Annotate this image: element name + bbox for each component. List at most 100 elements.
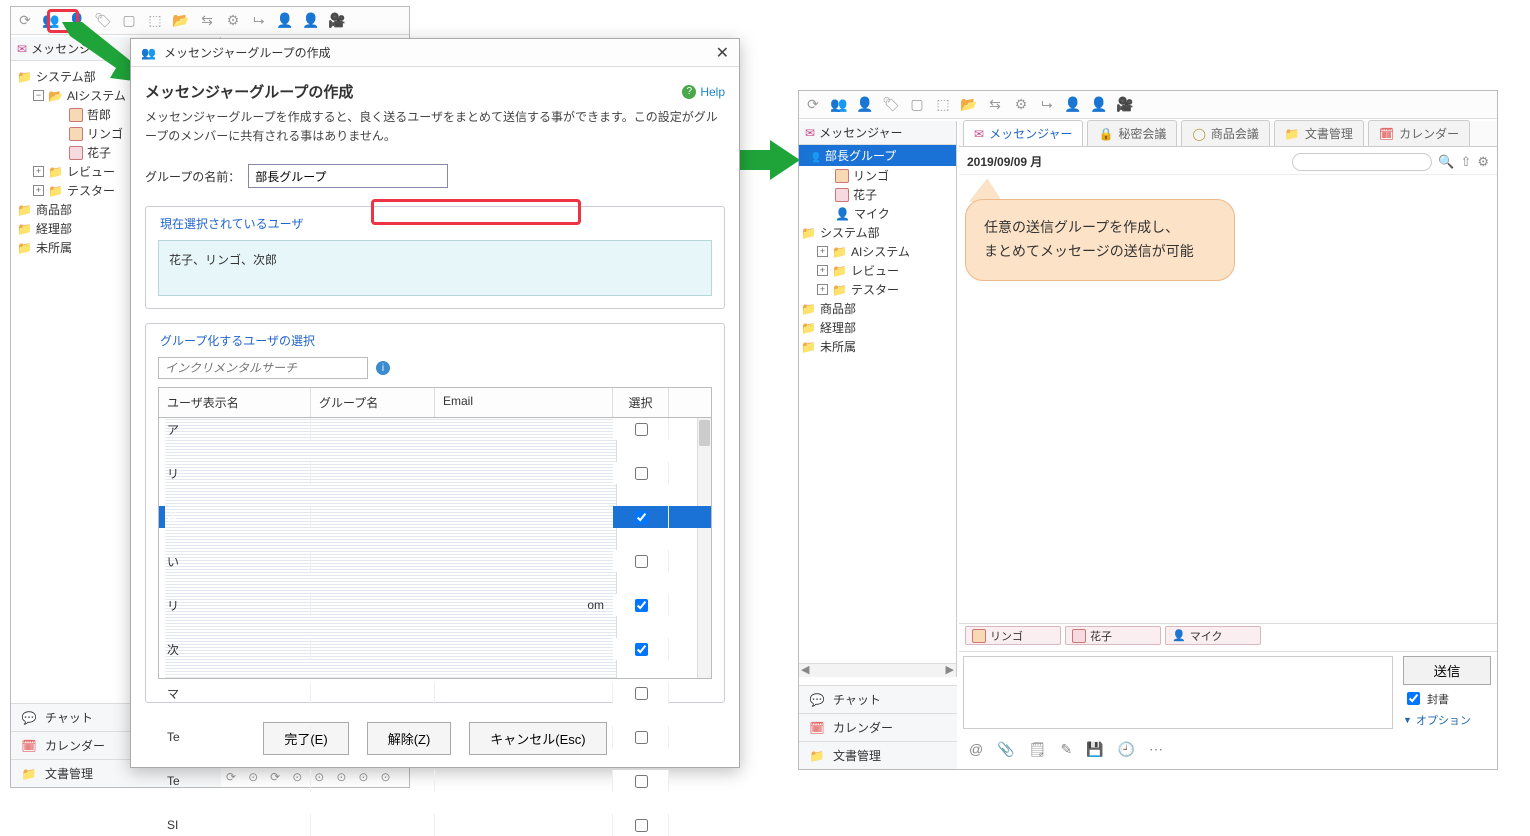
table-row[interactable]: 次 [159,638,711,660]
group-icon[interactable]: 👥 [831,97,847,113]
cancel-button[interactable]: キャンセル(Esc) [469,722,606,755]
recipient-hanako[interactable]: 花子 [1065,626,1161,645]
up-icon[interactable]: ⇧ [1460,154,1471,170]
tab-docs[interactable]: 📁文書管理 [1274,120,1364,146]
save-icon[interactable]: 💾 [1086,741,1103,758]
row-select-checkbox[interactable] [635,643,648,656]
table-row[interactable]: ア [159,418,711,440]
table-row[interactable]: マ [159,682,711,704]
folder-mishozoku[interactable]: 📁未所属 [799,337,956,356]
close-icon[interactable]: ✕ [716,43,729,63]
expand-icon[interactable]: + [817,246,828,257]
group-buchou[interactable]: 👥 部長グループ [799,145,956,166]
more-icon[interactable]: ⋯ [1149,741,1163,758]
nav-chat[interactable]: 💬チャット [799,685,957,713]
send-button[interactable]: 送信 [1403,656,1491,685]
user-dot-icon[interactable]: 👤 [1091,97,1107,113]
user-plus-icon[interactable]: 👤 [857,97,873,113]
folder-shohin[interactable]: 📁商品部 [799,299,956,318]
gear-icon[interactable]: ⚙ [225,13,241,29]
group-icon[interactable]: 👥 [43,13,59,29]
note-icon[interactable]: 🗒 [1029,741,1047,758]
user-icon[interactable]: 👤 [277,13,293,29]
dotted-square-icon[interactable]: ▢ [909,97,925,113]
exit-icon[interactable]: ⮡ [251,13,267,29]
tag-icon[interactable]: 🏷 [95,13,111,29]
select-icon[interactable]: ⬚ [935,97,951,113]
incremental-search-input[interactable] [158,357,368,379]
col-email[interactable]: Email [435,388,613,417]
gear-icon[interactable]: ⚙ [1477,154,1489,170]
refresh-icon[interactable]: ⟳ [805,97,821,113]
seal-checkbox[interactable]: 封書 [1403,689,1449,708]
expand-icon[interactable]: + [817,265,828,276]
nav-docs[interactable]: 📁文書管理 [799,741,957,769]
gear-icon[interactable]: ⚙ [1013,97,1029,113]
tab-calendar[interactable]: 🗓カレンダー [1368,120,1470,146]
recipient-mike[interactable]: 👤マイク [1165,626,1261,645]
clear-button[interactable]: 解除(Z) [367,722,452,755]
folder-aisystem[interactable]: +📁AIシステム [799,242,956,261]
row-select-checkbox[interactable] [635,731,648,744]
help-link[interactable]: ?Help [682,85,725,99]
row-select-checkbox[interactable] [635,819,648,832]
tag-icon[interactable]: 🏷 [883,97,899,113]
tab-product[interactable]: ◯商品会議 [1181,120,1269,146]
exchange-icon[interactable]: ⇆ [199,13,215,29]
col-group[interactable]: グループ名 [311,388,435,417]
folder-keiri[interactable]: 📁経理部 [799,318,956,337]
user-plus-icon[interactable]: 👤 [69,13,85,29]
user-icon[interactable]: 👤 [1065,97,1081,113]
seal-checkbox-input[interactable] [1407,692,1420,705]
exit-icon[interactable]: ⮡ [1039,97,1055,113]
folder-system[interactable]: 📁システム部 [799,223,956,242]
select-icon[interactable]: ⬚ [147,13,163,29]
edit-icon[interactable]: ✎ [1060,741,1072,758]
row-select-checkbox[interactable] [635,599,648,612]
scroll-left-icon[interactable]: ◀ [801,663,809,676]
col-select[interactable]: 選択 [613,388,669,417]
expand-icon[interactable]: + [33,185,44,196]
group-name-input[interactable] [248,164,448,188]
attach-icon[interactable]: 📎 [997,741,1014,758]
refresh-icon[interactable]: ⟳ [17,13,33,29]
camera-icon[interactable]: 🎥 [1117,97,1133,113]
folder-open-icon[interactable]: 📂 [173,13,189,29]
scroll-right-icon[interactable]: ▶ [946,663,954,676]
expand-icon[interactable]: + [33,166,44,177]
info-icon[interactable]: i [376,361,390,375]
collapse-icon[interactable]: − [33,90,44,101]
table-row[interactable]: リom [159,594,711,616]
user-mike[interactable]: 👤マイク [799,204,956,223]
user-hanako[interactable]: 花子 [799,185,956,204]
search-input[interactable] [1292,153,1432,171]
expand-icon[interactable]: + [817,284,828,295]
options-toggle[interactable]: ▼オプション [1403,712,1471,728]
folder-open-icon[interactable]: 📂 [961,97,977,113]
folder-tester[interactable]: +📁テスター [799,280,956,299]
row-select-checkbox[interactable] [635,511,648,524]
row-select-checkbox[interactable] [635,687,648,700]
row-select-checkbox[interactable] [635,467,648,480]
table-row[interactable]: リ [159,462,711,484]
user-ringo[interactable]: リンゴ [799,166,956,185]
table-row[interactable]: SI [159,814,711,836]
table-row[interactable]: 花 [159,506,711,528]
tab-messenger[interactable]: ✉メッセンジャー [963,120,1083,146]
mention-icon[interactable]: @ [969,741,983,757]
row-select-checkbox[interactable] [635,775,648,788]
search-icon[interactable]: 🔍 [1438,154,1454,170]
camera-icon[interactable]: 🎥 [329,13,345,29]
recipient-ringo[interactable]: リンゴ [965,626,1061,645]
tab-secret[interactable]: 🔒秘密会議 [1087,120,1177,146]
compose-textarea[interactable] [963,656,1393,729]
table-row[interactable]: い [159,550,711,572]
exchange-icon[interactable]: ⇆ [987,97,1003,113]
h-scrollbar[interactable]: ◀ ▶ [799,663,956,677]
clock-icon[interactable]: 🕘 [1118,741,1135,758]
row-select-checkbox[interactable] [635,555,648,568]
dotted-square-icon[interactable]: ▢ [121,13,137,29]
user-dot-icon[interactable]: 👤 [303,13,319,29]
table-row[interactable]: Te [159,770,711,792]
folder-review[interactable]: +📁レビュー [799,261,956,280]
